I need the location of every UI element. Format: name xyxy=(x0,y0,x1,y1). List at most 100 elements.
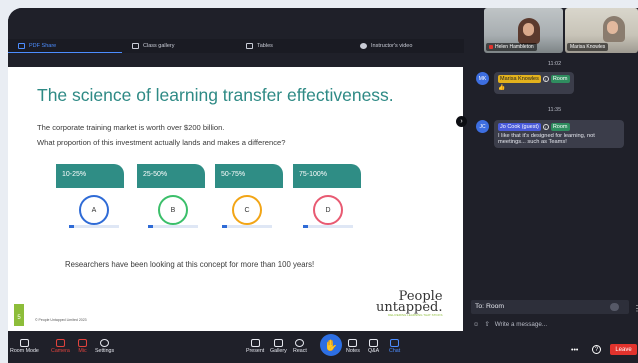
slide-page-number: 5 xyxy=(14,304,24,326)
option-letter: C xyxy=(244,206,250,214)
tab-tables[interactable]: Tables xyxy=(236,39,350,53)
people-untapped-logo: People untapped. DELIVERING LEARNING THA… xyxy=(376,290,443,318)
sender-name: Jo Cook (guest) xyxy=(498,123,541,131)
app-window: Helen Hambleton Marisa Knowles PDF Share… xyxy=(8,8,638,363)
tab-instructors-video[interactable]: Instructor's video xyxy=(350,39,464,53)
content-tabs: PDF Share Class gallery Tables Instructo… xyxy=(8,39,464,53)
message-compose[interactable]: ☺ ⇧ Write a message... xyxy=(471,317,638,331)
tab-label: Class gallery xyxy=(143,43,175,49)
tab-class-gallery[interactable]: Class gallery xyxy=(122,39,236,53)
recipient-label: To: Room xyxy=(475,303,505,310)
avatar: MK xyxy=(476,72,489,85)
room-mode-icon xyxy=(19,339,29,347)
table-icon xyxy=(246,43,253,49)
toolbar-label: Camera xyxy=(51,348,70,354)
poll-bar xyxy=(222,225,272,228)
pdf-slide: The science of learning transfer effecti… xyxy=(8,67,463,331)
avatar: JC xyxy=(476,120,489,133)
option-range: 75-100% xyxy=(299,171,328,178)
video-tile-marisa[interactable]: Marisa Knowles xyxy=(565,8,638,53)
more-button[interactable]: ••• xyxy=(571,347,578,354)
message-text: I like that it's designed for learning, … xyxy=(498,133,595,145)
message-bubble: Jo Cook (guest) i Room I like that it's … xyxy=(494,120,624,148)
poll-bar xyxy=(148,225,198,228)
option-letter: B xyxy=(170,206,176,214)
leave-button[interactable]: Leave xyxy=(610,344,637,355)
participant-face xyxy=(607,21,618,34)
option-letter: D xyxy=(325,206,331,214)
option-a-circle: A xyxy=(79,195,109,225)
option-b-circle: B xyxy=(158,195,188,225)
poll-bar xyxy=(303,225,353,228)
camera-icon xyxy=(360,43,367,49)
video-name: Marisa Knowles xyxy=(570,44,606,50)
sender-name: Marisa Knowles xyxy=(498,75,541,83)
toolbar-label: Q&A xyxy=(368,348,380,354)
video-tile-helen[interactable]: Helen Hambleton xyxy=(484,8,563,53)
chevron-right-icon: › xyxy=(460,118,463,125)
camera-button[interactable]: Camera xyxy=(51,339,70,354)
participant-face xyxy=(523,23,534,36)
poll-bar xyxy=(69,225,119,228)
video-name: Helen Hambleton xyxy=(495,44,534,50)
room-mode-button[interactable]: Room Mode xyxy=(10,339,39,354)
toolbar-label: Notes xyxy=(346,348,360,354)
message-input[interactable]: Write a message... xyxy=(495,321,547,328)
message-time: 11:02 xyxy=(547,61,562,67)
qa-icon xyxy=(369,339,379,347)
video-name-label: Helen Hambleton xyxy=(486,43,537,51)
gear-icon xyxy=(100,339,110,347)
camera-off-icon xyxy=(55,339,65,347)
upload-icon[interactable]: ⇧ xyxy=(484,321,489,328)
collapse-chat-button[interactable]: › xyxy=(456,116,467,127)
mic-button[interactable]: Mic xyxy=(78,339,87,354)
document-icon xyxy=(18,42,25,49)
tab-pdf-share[interactable]: PDF Share xyxy=(8,39,122,53)
mic-muted-icon xyxy=(489,45,493,49)
option-range: 50-75% xyxy=(221,171,246,178)
info-icon: i xyxy=(542,124,549,130)
gallery-icon xyxy=(273,339,283,347)
grid-icon xyxy=(132,43,139,49)
toolbar-label: Mic xyxy=(78,348,87,354)
message-bubble: Marisa Knowles i Room 👍 xyxy=(494,72,574,94)
info-icon: i xyxy=(542,76,549,82)
video-name-label: Marisa Knowles xyxy=(567,43,609,51)
raise-hand-button[interactable]: ✋ xyxy=(320,334,342,356)
toolbar-label: Chat xyxy=(389,348,401,354)
recipient-selector[interactable]: To: Room xyxy=(471,300,629,314)
settings-button[interactable]: Settings xyxy=(95,339,114,354)
slide-divider xyxy=(463,67,471,331)
gallery-button[interactable]: Gallery xyxy=(270,339,287,354)
option-d-circle: D xyxy=(313,195,343,225)
chat-button[interactable]: Chat xyxy=(389,339,400,354)
toolbar-label: React xyxy=(293,348,307,354)
option-b-label: 25-50% xyxy=(137,164,205,188)
option-a-label: 10-25% xyxy=(56,164,124,188)
notes-button[interactable]: Notes xyxy=(346,339,360,354)
toolbar-label: Settings xyxy=(95,348,115,354)
option-c-label: 50-75% xyxy=(215,164,283,188)
notes-icon xyxy=(348,339,358,347)
emoji-icon[interactable]: ☺ xyxy=(473,321,479,328)
help-button[interactable]: ? xyxy=(592,345,601,354)
slide-footer-text: Researchers have been looking at this co… xyxy=(65,260,315,269)
hand-icon: ✋ xyxy=(324,339,338,352)
present-button[interactable]: Present xyxy=(246,339,264,354)
more-options-icon[interactable]: ⋮ xyxy=(633,304,638,313)
message-time: 11:35 xyxy=(547,107,562,113)
slide-line-2: What proportion of this investment actua… xyxy=(37,138,286,147)
qa-button[interactable]: Q&A xyxy=(368,339,379,354)
smiley-icon xyxy=(295,339,305,347)
bottom-toolbar: Room Mode Camera Mic Settings Present Ga… xyxy=(8,334,638,363)
room-tag: Room xyxy=(550,123,570,131)
react-button[interactable]: React xyxy=(293,339,307,354)
copyright-text: © People Untapped Limited 2023 xyxy=(35,318,87,322)
toolbar-label: Present xyxy=(246,348,265,354)
option-range: 25-50% xyxy=(143,171,168,178)
settings-icon[interactable] xyxy=(610,303,619,311)
option-c-circle: C xyxy=(232,195,262,225)
slide-line-1: The corporate training market is worth o… xyxy=(37,123,225,132)
tab-label: Instructor's video xyxy=(371,43,413,49)
option-range: 10-25% xyxy=(62,171,87,178)
